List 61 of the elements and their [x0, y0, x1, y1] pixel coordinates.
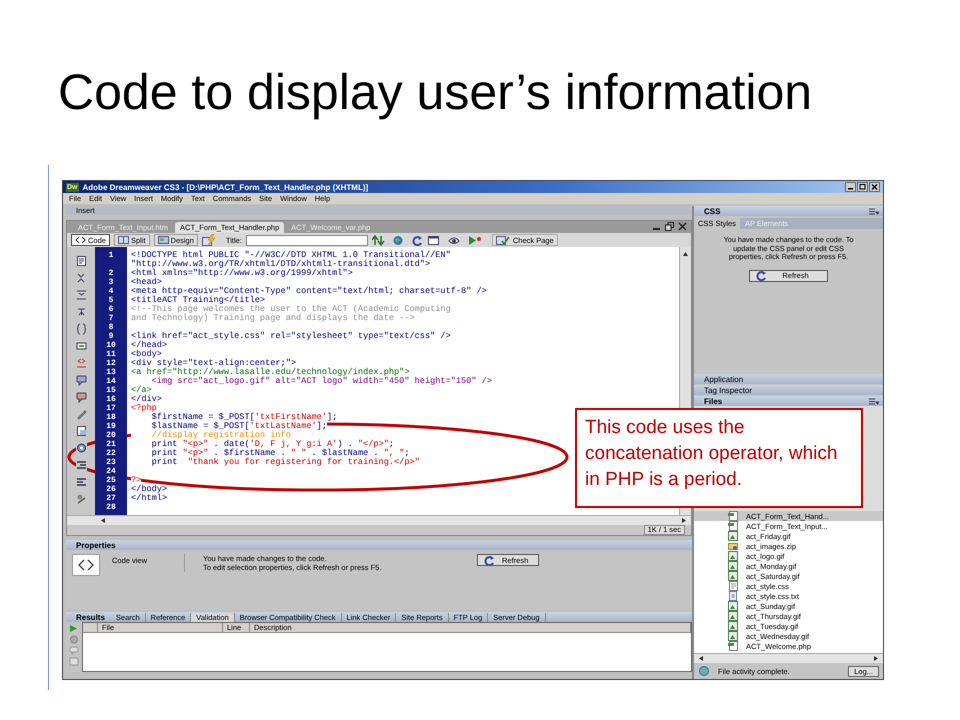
refresh-icon[interactable] [412, 234, 424, 246]
scroll-right-icon [679, 517, 688, 524]
callout-tooltip: This code uses the concatenation operator, which in PHP is a period. [575, 408, 863, 508]
scroll-up-icon [681, 250, 690, 258]
panel-title[interactable]: CSS [704, 206, 720, 216]
code-view-icon [72, 554, 100, 576]
document-icon[interactable] [76, 255, 86, 267]
image-icon [728, 631, 738, 641]
close-icon[interactable] [678, 222, 687, 231]
image-icon [728, 551, 738, 561]
text-file-icon [728, 591, 738, 601]
panel-menu-icon[interactable] [869, 208, 879, 214]
maximize-icon[interactable] [857, 182, 868, 192]
close-icon[interactable] [869, 182, 880, 192]
outdent-icon[interactable] [76, 476, 86, 488]
highlight-icon[interactable] [76, 340, 86, 352]
panel-header[interactable]: Properties [66, 540, 692, 550]
stylesheet-icon [728, 581, 738, 591]
panel-header[interactable]: CSS [694, 206, 883, 216]
panel-title[interactable]: Results [76, 612, 105, 622]
window-title: Adobe Dreamweaver CS3 - [D:\PHP\ACT_Form_Text_Handler.php (XHTML)] [82, 182, 370, 192]
image-icon [728, 531, 738, 541]
image-icon [728, 601, 738, 611]
status-icon [698, 666, 710, 676]
scroll-right-icon [871, 655, 880, 662]
panel-header[interactable]: Tag Inspector [694, 385, 883, 395]
image-icon [728, 611, 738, 621]
code-view-icon [75, 235, 86, 245]
check-icon [496, 234, 510, 246]
line-number: 20 [95, 431, 127, 440]
panel-menu-icon[interactable] [869, 398, 879, 404]
scroll-left-icon [697, 655, 706, 662]
panel-title[interactable]: Application [704, 374, 744, 384]
scroll-left-icon [99, 517, 108, 524]
title-field[interactable] [246, 234, 368, 246]
panel-header[interactable]: Application [694, 374, 883, 384]
comment-icon[interactable] [76, 374, 86, 386]
refresh-icon [756, 270, 768, 281]
page-icon [728, 511, 738, 521]
design-view-icon [158, 235, 169, 245]
panel-header[interactable]: Files [694, 396, 883, 406]
gear-icon[interactable] [76, 442, 86, 454]
slide-title: Code to display user’s information [58, 63, 814, 122]
page-icon [728, 521, 738, 531]
indent-icon[interactable] [76, 459, 86, 471]
refresh-icon [484, 554, 496, 566]
image-icon [728, 561, 738, 571]
image-icon [728, 571, 738, 581]
panel-title[interactable]: Properties [76, 540, 116, 550]
play-icon[interactable] [468, 234, 484, 246]
image-icon [728, 621, 738, 631]
panel-title[interactable]: Tag Inspector [704, 386, 752, 394]
panel-title[interactable]: Files [704, 396, 722, 406]
zip-icon [728, 541, 738, 551]
lightning-icon[interactable] [202, 234, 216, 246]
horizontal-scrollbar[interactable] [694, 653, 883, 663]
horizontal-scrollbar[interactable] [67, 515, 691, 525]
comment-remove-icon[interactable] [76, 391, 86, 403]
minimize-icon[interactable] [845, 182, 856, 192]
restore-icon[interactable] [665, 222, 674, 231]
split-view-icon [118, 235, 129, 245]
